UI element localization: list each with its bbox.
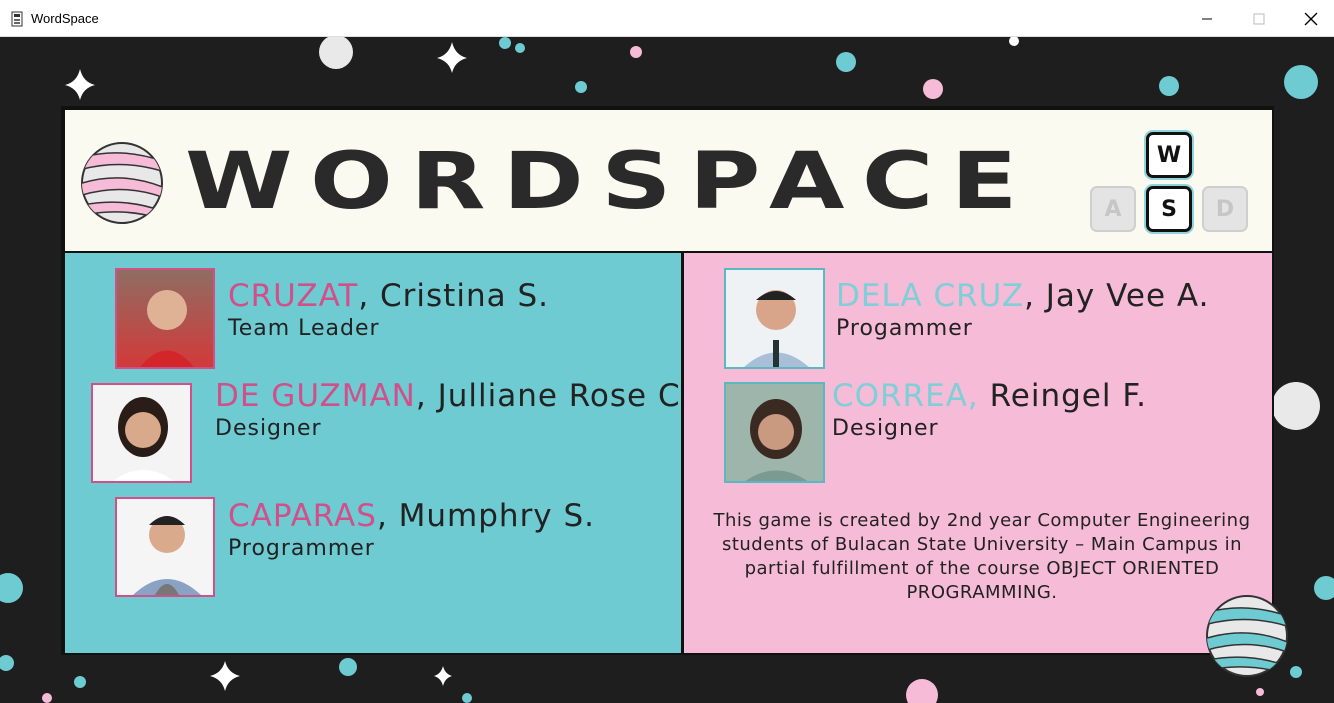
- member-photo: [724, 382, 825, 483]
- member-role: Progammer: [836, 316, 973, 341]
- planet-icon: [1206, 595, 1288, 677]
- credits-text: This game is created by 2nd year Compute…: [713, 510, 1251, 603]
- app-icon: [11, 11, 23, 27]
- member-photo: [724, 268, 825, 369]
- key-d: D: [1202, 186, 1248, 232]
- maximize-button[interactable]: [1233, 0, 1285, 37]
- svg-text:WORDSPACE: WORDSPACE: [185, 142, 1035, 222]
- window-title: WordSpace: [31, 11, 99, 26]
- game-scene: WORDSPACE W A S D CRUZAT, Cristina S. Te…: [0, 37, 1334, 703]
- key-a: A: [1090, 186, 1136, 232]
- minimize-icon: [1202, 18, 1212, 19]
- member-name: CORREA, Reingel F.: [832, 378, 1148, 414]
- planet-icon: [81, 142, 163, 224]
- minimize-button[interactable]: [1181, 0, 1233, 37]
- left-team-panel: CRUZAT, Cristina S. Team Leader DE GUZMA…: [65, 253, 690, 653]
- member-photo: [91, 383, 192, 483]
- member-photo: [115, 268, 215, 369]
- member-name: DELA CRUZ, Jay Vee A.: [836, 278, 1210, 314]
- member-name: CAPARAS, Mumphry S.: [228, 498, 596, 534]
- member-dela-cruz: DELA CRUZ, Jay Vee A. Progammer: [836, 278, 1209, 341]
- title-bar: WordSpace: [0, 0, 1334, 37]
- member-role: Designer: [215, 416, 322, 441]
- member-cruzat: CRUZAT, Cristina S. Team Leader: [228, 278, 549, 341]
- member-role: Designer: [832, 416, 939, 441]
- wordspace-logo: WORDSPACE: [185, 142, 1035, 222]
- member-de-guzman: DE GUZMAN, Julliane Rose C. Designer: [215, 378, 691, 441]
- member-role: Programmer: [228, 536, 375, 561]
- member-role: Team Leader: [228, 316, 380, 341]
- member-correa: CORREA, Reingel F. Designer: [832, 378, 1147, 441]
- member-name: CRUZAT, Cristina S.: [228, 278, 549, 314]
- member-photo: [115, 497, 215, 597]
- key-w: W: [1146, 132, 1192, 178]
- member-name: DE GUZMAN, Julliane Rose C.: [215, 378, 692, 414]
- key-s: S: [1146, 186, 1192, 232]
- header-banner: WORDSPACE W A S D: [65, 110, 1272, 251]
- close-button[interactable]: [1285, 0, 1334, 37]
- member-caparas: CAPARAS, Mumphry S. Programmer: [228, 498, 595, 561]
- close-icon: [1304, 12, 1318, 25]
- maximize-icon: [1253, 13, 1265, 24]
